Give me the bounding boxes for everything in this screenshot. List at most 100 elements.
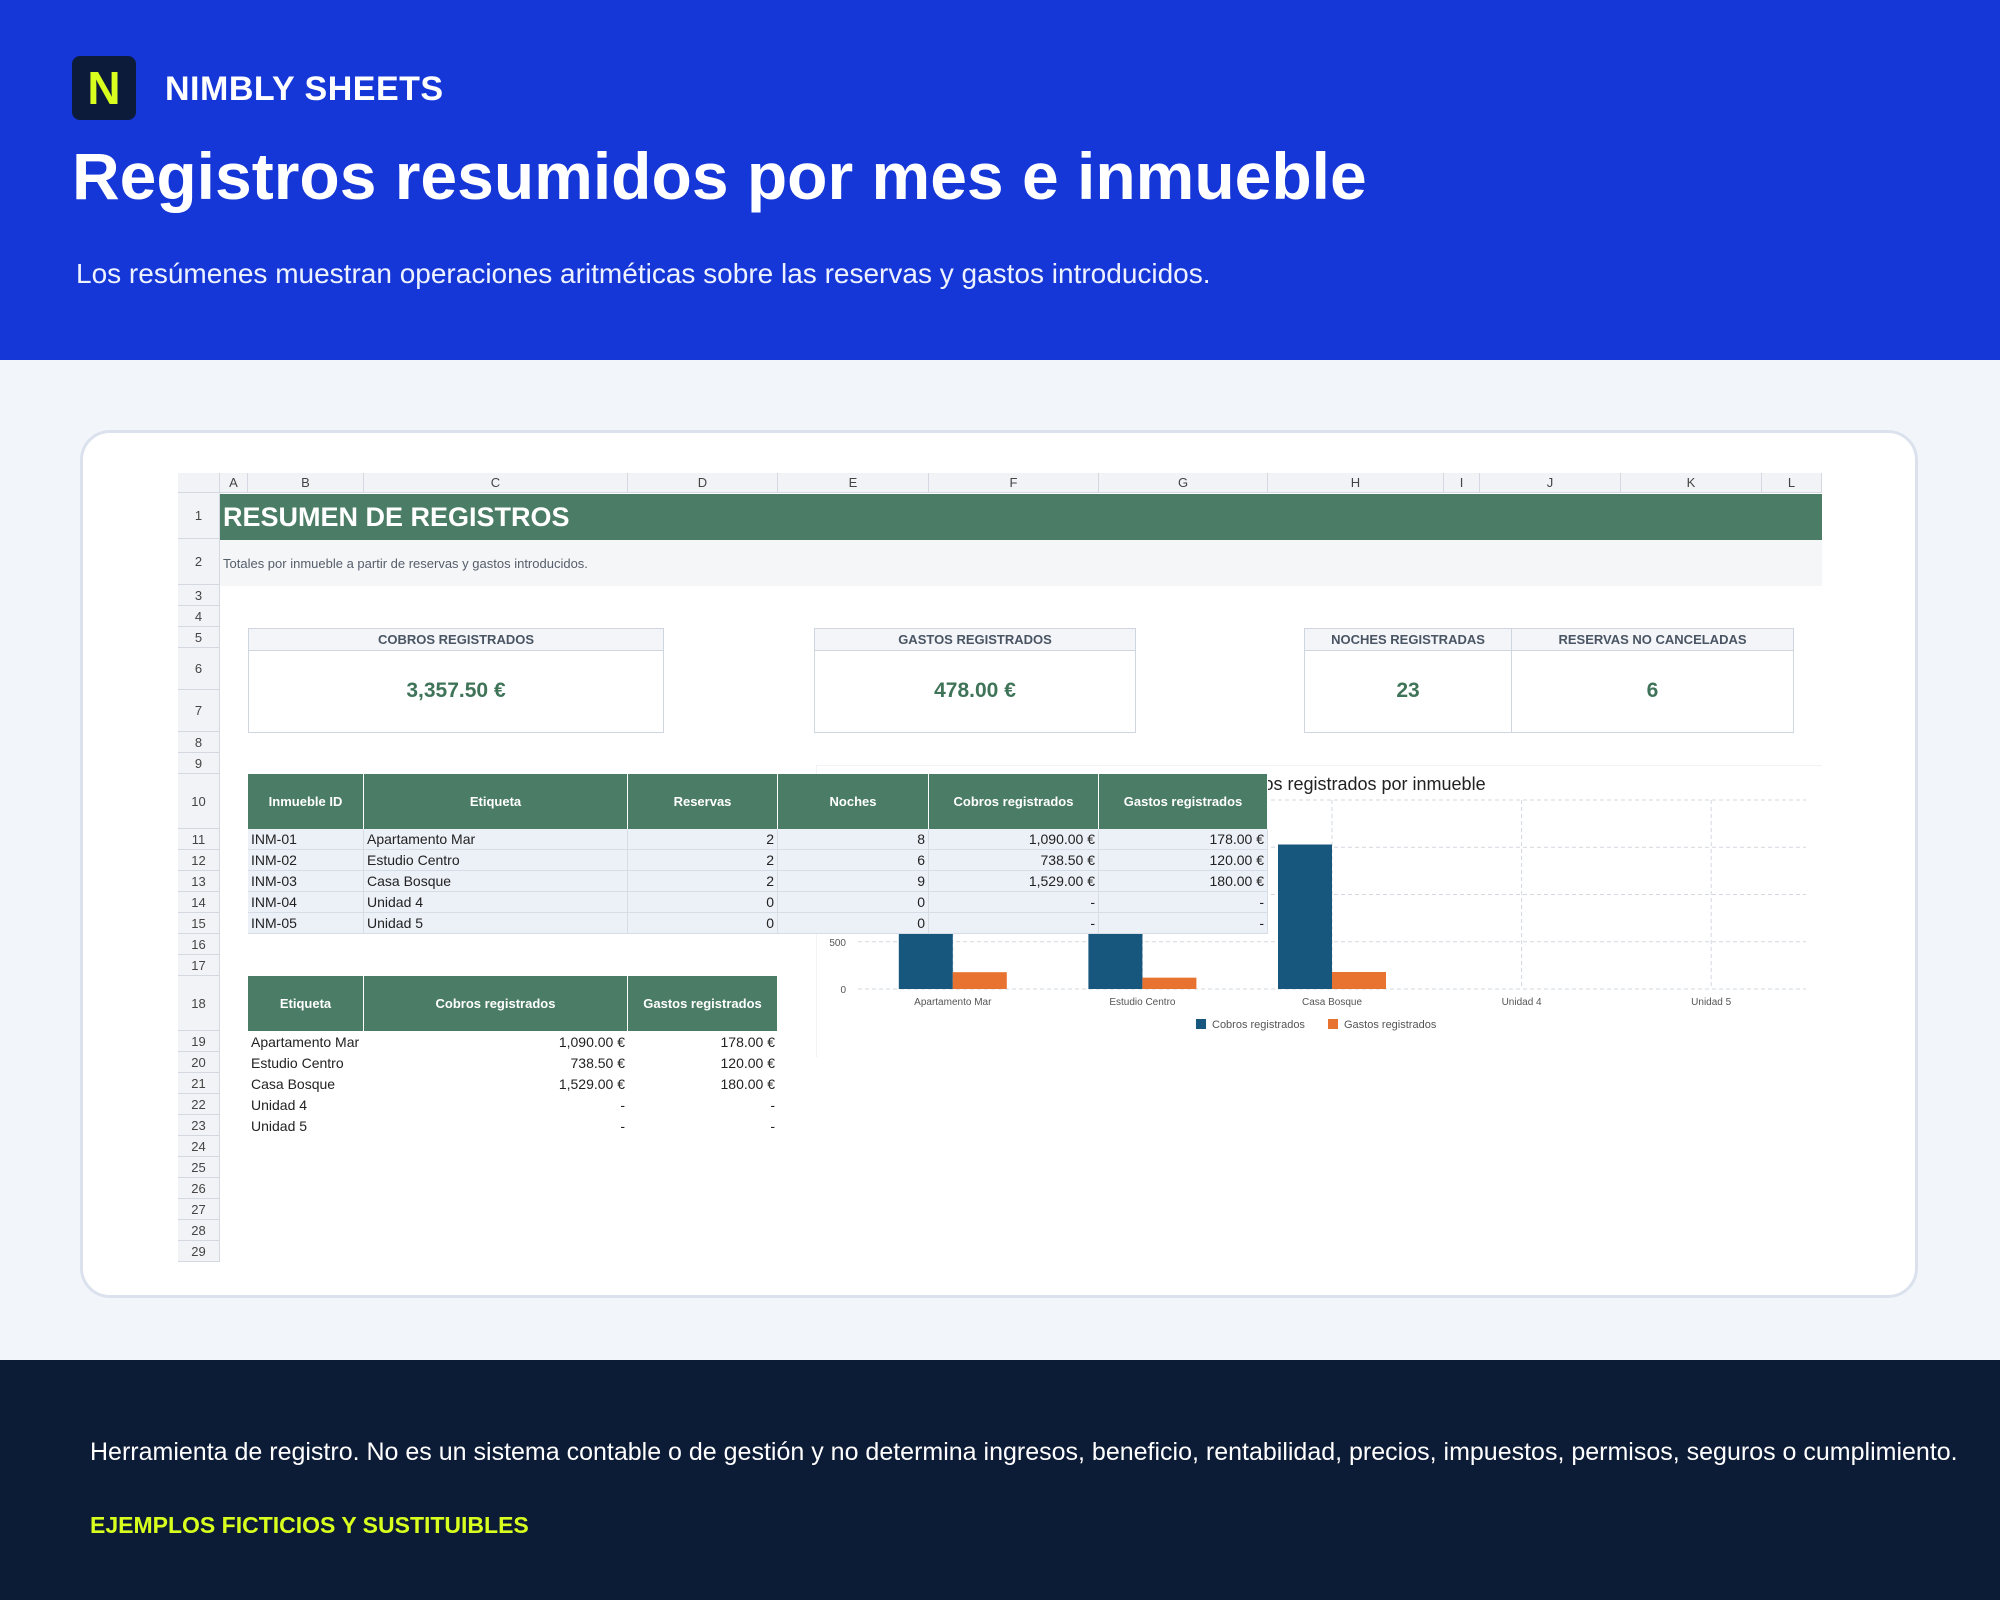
table1-header[interactable]: Cobros registrados — [929, 774, 1099, 829]
table1-cell[interactable]: 0 — [778, 913, 929, 934]
table2-cell[interactable]: Unidad 4 — [248, 1094, 364, 1115]
kpi-noches[interactable]: NOCHES REGISTRADAS 23 — [1304, 628, 1512, 733]
row-header-21[interactable]: 21 — [178, 1073, 220, 1094]
table2-cell[interactable]: - — [364, 1115, 628, 1136]
table2-cell[interactable]: - — [628, 1115, 778, 1136]
sheet-subtitle[interactable]: Totales por inmueble a partir de reserva… — [220, 540, 1822, 586]
table1-cell[interactable]: - — [929, 913, 1099, 934]
table1-cell[interactable]: Apartamento Mar — [364, 829, 628, 850]
table1-cell[interactable]: 120.00 € — [1099, 850, 1268, 871]
table1-cell[interactable]: Unidad 4 — [364, 892, 628, 913]
column-header-g[interactable]: G — [1099, 473, 1268, 493]
table1-cell[interactable]: INM-04 — [248, 892, 364, 913]
column-header-f[interactable]: F — [929, 473, 1099, 493]
table1-cell[interactable]: INM-02 — [248, 850, 364, 871]
table2-cell[interactable]: Casa Bosque — [248, 1073, 364, 1094]
row-header-14[interactable]: 14 — [178, 892, 220, 913]
table1-cell[interactable]: 1,529.00 € — [929, 871, 1099, 892]
row-header-29[interactable]: 29 — [178, 1241, 220, 1262]
kpi-gastos[interactable]: GASTOS REGISTRADOS 478.00 € — [814, 628, 1136, 733]
table2-cell[interactable]: 180.00 € — [628, 1073, 778, 1094]
table1-header[interactable]: Gastos registrados — [1099, 774, 1268, 829]
table1-cell[interactable]: 178.00 € — [1099, 829, 1268, 850]
table1-cell[interactable]: - — [1099, 892, 1268, 913]
table1-cell[interactable]: - — [1099, 913, 1268, 934]
row-header-27[interactable]: 27 — [178, 1199, 220, 1220]
table1-header[interactable]: Noches — [778, 774, 929, 829]
row-header-11[interactable]: 11 — [178, 829, 220, 850]
table1-cell[interactable]: - — [929, 892, 1099, 913]
row-header-24[interactable]: 24 — [178, 1136, 220, 1157]
row-header-12[interactable]: 12 — [178, 850, 220, 871]
table1-cell[interactable]: Estudio Centro — [364, 850, 628, 871]
column-header-a[interactable]: A — [220, 473, 248, 493]
row-header-3[interactable]: 3 — [178, 585, 220, 606]
table1-cell[interactable]: 9 — [778, 871, 929, 892]
row-header-2[interactable]: 2 — [178, 539, 220, 585]
table1-cell[interactable]: Casa Bosque — [364, 871, 628, 892]
row-header-25[interactable]: 25 — [178, 1157, 220, 1178]
table2-cell[interactable]: 178.00 € — [628, 1031, 778, 1052]
table2-cell[interactable]: Estudio Centro — [248, 1052, 364, 1073]
table2-cell[interactable]: Unidad 5 — [248, 1115, 364, 1136]
table1-cell[interactable]: 0 — [778, 892, 929, 913]
row-header-9[interactable]: 9 — [178, 753, 220, 774]
table2-cell[interactable]: 1,090.00 € — [364, 1031, 628, 1052]
table1-header[interactable]: Etiqueta — [364, 774, 628, 829]
table1-cell[interactable]: INM-03 — [248, 871, 364, 892]
table2-header[interactable]: Etiqueta — [248, 976, 364, 1031]
table1-cell[interactable]: 180.00 € — [1099, 871, 1268, 892]
row-header-17[interactable]: 17 — [178, 955, 220, 976]
row-header-4[interactable]: 4 — [178, 606, 220, 627]
row-header-1[interactable]: 1 — [178, 493, 220, 539]
table1-cell[interactable]: INM-01 — [248, 829, 364, 850]
kpi-reservas[interactable]: RESERVAS NO CANCELADAS 6 — [1511, 628, 1794, 733]
row-header-18[interactable]: 18 — [178, 976, 220, 1031]
table1-header[interactable]: Reservas — [628, 774, 778, 829]
column-header-d[interactable]: D — [628, 473, 778, 493]
table1-cell[interactable]: 0 — [628, 913, 778, 934]
column-header-b[interactable]: B — [248, 473, 364, 493]
column-header-k[interactable]: K — [1621, 473, 1762, 493]
column-header-i[interactable]: I — [1444, 473, 1480, 493]
table1-cell[interactable]: 2 — [628, 871, 778, 892]
row-header-5[interactable]: 5 — [178, 627, 220, 648]
row-header-10[interactable]: 10 — [178, 774, 220, 829]
table1-cell[interactable]: INM-05 — [248, 913, 364, 934]
table1-cell[interactable]: 2 — [628, 850, 778, 871]
row-header-23[interactable]: 23 — [178, 1115, 220, 1136]
sheet-title[interactable]: RESUMEN DE REGISTROS — [220, 494, 1822, 540]
column-header-l[interactable]: L — [1762, 473, 1822, 493]
table2-cell[interactable]: 1,529.00 € — [364, 1073, 628, 1094]
table2-cell[interactable]: - — [628, 1094, 778, 1115]
table1-cell[interactable]: 738.50 € — [929, 850, 1099, 871]
row-header-15[interactable]: 15 — [178, 913, 220, 934]
table1-cell[interactable]: 0 — [628, 892, 778, 913]
table1-cell[interactable]: 8 — [778, 829, 929, 850]
table2-cell[interactable]: - — [364, 1094, 628, 1115]
table1-cell[interactable]: 1,090.00 € — [929, 829, 1099, 850]
kpi-cobros[interactable]: COBROS REGISTRADOS 3,357.50 € — [248, 628, 664, 733]
table1-cell[interactable]: 2 — [628, 829, 778, 850]
row-header-20[interactable]: 20 — [178, 1052, 220, 1073]
table1-header[interactable]: Inmueble ID — [248, 774, 364, 829]
row-header-19[interactable]: 19 — [178, 1031, 220, 1052]
column-header-e[interactable]: E — [778, 473, 929, 493]
table1-cell[interactable]: 6 — [778, 850, 929, 871]
row-header-8[interactable]: 8 — [178, 732, 220, 753]
row-header-16[interactable]: 16 — [178, 934, 220, 955]
row-header-7[interactable]: 7 — [178, 690, 220, 732]
row-header-26[interactable]: 26 — [178, 1178, 220, 1199]
table1-cell[interactable]: Unidad 5 — [364, 913, 628, 934]
column-header-c[interactable]: C — [364, 473, 628, 493]
sheet-corner[interactable] — [178, 473, 220, 493]
column-header-h[interactable]: H — [1268, 473, 1444, 493]
table2-header[interactable]: Gastos registrados — [628, 976, 778, 1031]
row-header-28[interactable]: 28 — [178, 1220, 220, 1241]
column-header-j[interactable]: J — [1480, 473, 1621, 493]
row-header-13[interactable]: 13 — [178, 871, 220, 892]
row-header-6[interactable]: 6 — [178, 648, 220, 690]
row-header-22[interactable]: 22 — [178, 1094, 220, 1115]
table2-header[interactable]: Cobros registrados — [364, 976, 628, 1031]
table2-cell[interactable]: Apartamento Mar — [248, 1031, 364, 1052]
